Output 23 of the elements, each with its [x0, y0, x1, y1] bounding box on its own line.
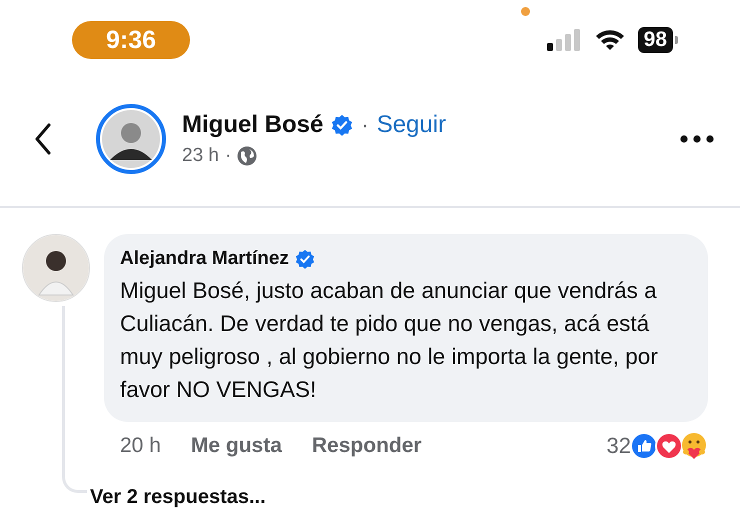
post-time: 23 h	[182, 145, 219, 167]
battery-tip	[675, 36, 678, 44]
reply-link[interactable]: Responder	[312, 434, 422, 458]
commenter-name[interactable]: Alejandra Martínez	[120, 248, 289, 270]
recording-dot	[521, 7, 530, 16]
reaction-count: 32	[606, 433, 631, 459]
thumbs-up-icon	[630, 432, 658, 460]
like-link[interactable]: Me gusta	[190, 434, 282, 458]
view-replies-link[interactable]: Ver 2 respuestas...	[90, 486, 266, 509]
profile-avatar[interactable]	[96, 104, 166, 174]
globe-icon	[237, 146, 258, 166]
follow-link[interactable]: Seguir	[376, 111, 446, 139]
status-time: 9:36	[72, 21, 190, 59]
separator-dot: ·	[224, 145, 232, 167]
separator-dot: ·	[361, 112, 369, 138]
author-name[interactable]: Miguel Bosé	[182, 111, 324, 139]
hug-emoji-icon	[680, 432, 708, 460]
comment-text: Miguel Bosé, justo acaban de anunciar que vendrás a Culiacán. De verdad te pido que no vengas, acá está muy peligroso , al gobierno no le importa la gente, por favor NO VENGAS!	[120, 277, 659, 404]
signal-icon	[546, 28, 582, 52]
commenter-avatar[interactable]	[22, 234, 90, 302]
battery-level: 98	[638, 27, 673, 53]
wifi-icon	[594, 28, 626, 52]
comment-time: 20 h	[120, 434, 161, 458]
